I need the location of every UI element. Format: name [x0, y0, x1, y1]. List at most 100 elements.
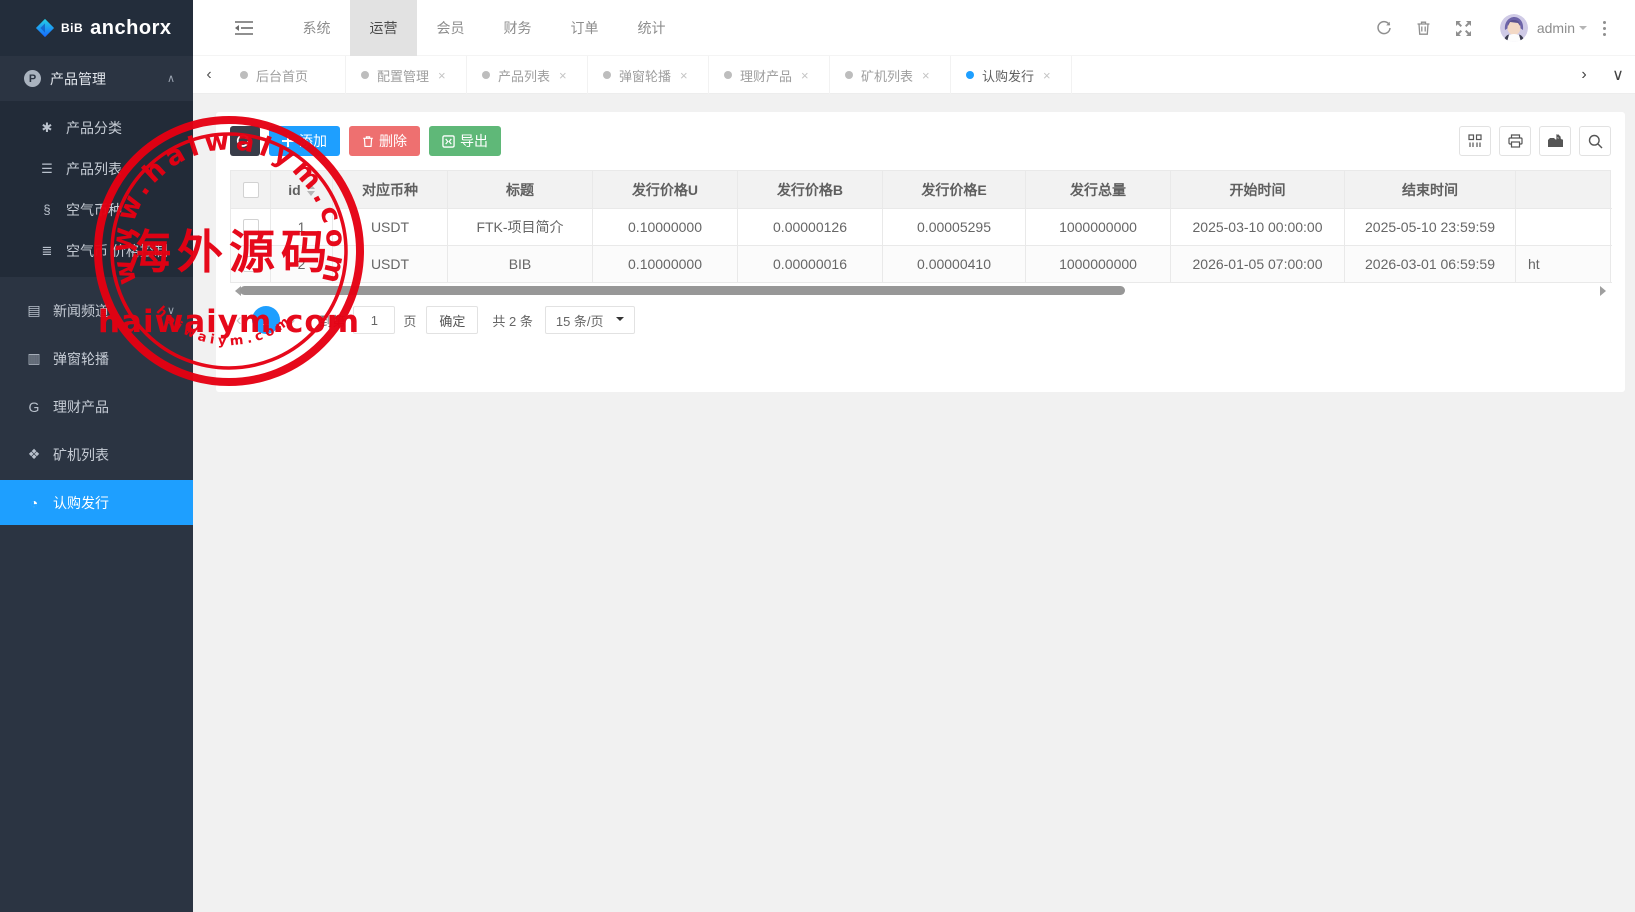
refresh-icon[interactable]: [1364, 0, 1404, 56]
nav-item-finance[interactable]: 财务: [484, 0, 551, 56]
sidebar-item-label: 空气币 价格控制: [66, 241, 168, 261]
refresh-button[interactable]: [230, 126, 260, 156]
tab-subscription-issue[interactable]: 认购发行 ×: [951, 56, 1072, 94]
nav-item-member[interactable]: 会员: [417, 0, 484, 56]
pie-chart-icon: ◔: [24, 495, 44, 511]
select-all-checkbox[interactable]: [243, 182, 259, 198]
tab-close-icon[interactable]: ×: [1043, 68, 1051, 83]
tab-label: 后台首页: [256, 66, 308, 85]
tab-home[interactable]: 后台首页: [225, 56, 346, 94]
app-logo[interactable]: BiB anchorx: [0, 0, 193, 56]
delete-button[interactable]: 删除: [349, 126, 420, 156]
tab-close-icon[interactable]: ×: [922, 68, 930, 83]
goto-page-input[interactable]: [353, 306, 395, 334]
cell-coin: USDT: [333, 246, 448, 283]
sidebar-item-air-coin-price-control[interactable]: ≣ 空气币 价格控制: [0, 230, 193, 271]
export-button[interactable]: 导出: [429, 126, 501, 156]
sidebar-item-subscription-issue[interactable]: ◔ 认购发行: [0, 480, 193, 525]
cell-price-e: 0.00000410: [883, 246, 1026, 283]
tab-close-icon[interactable]: ×: [438, 68, 446, 83]
tab-popup-carousel[interactable]: 弹窗轮播 ×: [588, 56, 709, 94]
tabs-scroll-right-icon[interactable]: ›: [1567, 56, 1601, 94]
sidebar-item-product-list[interactable]: ☰ 产品列表: [0, 148, 193, 189]
menu-fold-icon[interactable]: [229, 0, 259, 56]
sidebar-group-product-management[interactable]: P 产品管理 ∧: [0, 56, 193, 101]
sidebar-item-news-channel[interactable]: ▤ 新闻频道 ∨: [0, 288, 193, 333]
current-page-badge[interactable]: 1: [252, 306, 280, 334]
row-checkbox[interactable]: [243, 256, 259, 272]
column-header-coin[interactable]: 对应币种: [333, 171, 448, 209]
trash-icon[interactable]: [1404, 0, 1444, 56]
cell-end: 2025-05-10 23:59:59: [1345, 209, 1516, 246]
sort-icon[interactable]: [307, 180, 315, 200]
tab-close-icon[interactable]: ×: [680, 68, 688, 83]
logo-diamond-icon: [34, 17, 56, 39]
tab-dot-icon: [966, 71, 974, 79]
prev-page-icon[interactable]: ‹: [230, 310, 248, 330]
admin-username[interactable]: admin: [1537, 20, 1575, 36]
tab-close-icon[interactable]: ×: [559, 68, 567, 83]
horizontal-scrollbar: [230, 286, 1611, 296]
tabs-scroll-left-icon[interactable]: ‹: [193, 56, 225, 94]
table-header-row: id 对应币种 标题 发行价格U 发行价格B 发行价格E 发行总量 开始时间 结…: [231, 171, 1610, 209]
column-header-price-e[interactable]: 发行价格E: [883, 171, 1026, 209]
cell-price-u: 0.10000000: [593, 246, 738, 283]
sidebar-item-product-category[interactable]: ✱ 产品分类: [0, 107, 193, 148]
export-folder-icon[interactable]: [1539, 126, 1571, 156]
confirm-button[interactable]: 确定: [426, 306, 478, 334]
nav-item-operation[interactable]: 运营: [350, 0, 417, 56]
sidebar-item-popup-carousel[interactable]: ▥ 弹窗轮播: [0, 336, 193, 381]
scrollbar-thumb[interactable]: [240, 286, 1125, 295]
add-button[interactable]: 添加: [269, 126, 340, 156]
column-header-total[interactable]: 发行总量: [1026, 171, 1171, 209]
tab-label: 产品列表: [498, 66, 550, 85]
fullscreen-icon[interactable]: [1444, 0, 1484, 56]
column-header-extra: [1516, 171, 1612, 209]
letter-g-icon: G: [24, 399, 44, 415]
logo-text-main: anchorx: [90, 17, 171, 40]
export-button-label: 导出: [460, 131, 488, 151]
goto-label: 到第: [319, 311, 345, 330]
columns-icon[interactable]: [1459, 126, 1491, 156]
tab-dot-icon: [603, 71, 611, 79]
cell-total: 1000000000: [1026, 209, 1171, 246]
tab-finance-product[interactable]: 理财产品 ×: [709, 56, 830, 94]
caret-down-icon[interactable]: [1579, 26, 1587, 34]
tab-config-management[interactable]: 配置管理 ×: [346, 56, 467, 94]
column-header-price-u[interactable]: 发行价格U: [593, 171, 738, 209]
nav-item-order[interactable]: 订单: [551, 0, 618, 56]
list-lines-icon: ☰: [37, 161, 57, 177]
sidebar-item-miner-list[interactable]: ❖ 矿机列表: [0, 432, 193, 477]
print-icon[interactable]: [1499, 126, 1531, 156]
cell-price-b: 0.00000126: [738, 209, 883, 246]
cell-coin: USDT: [333, 209, 448, 246]
kebab-menu-icon[interactable]: [1587, 21, 1621, 36]
user-avatar[interactable]: [1500, 14, 1528, 42]
row-checkbox[interactable]: [243, 219, 259, 235]
sidebar-item-finance-product[interactable]: G 理财产品: [0, 384, 193, 429]
column-header-title[interactable]: 标题: [448, 171, 593, 209]
scroll-right-icon[interactable]: [1600, 286, 1611, 296]
tabs-menu-icon[interactable]: ∨: [1601, 56, 1635, 94]
tab-close-icon[interactable]: ×: [801, 68, 809, 83]
column-header-id[interactable]: id: [271, 171, 333, 209]
page-size-select[interactable]: 15 条/页: [545, 306, 635, 334]
sidebar-item-label: 空气币种: [66, 200, 122, 220]
nav-item-statistics[interactable]: 统计: [618, 0, 685, 56]
next-page-icon[interactable]: ›: [284, 310, 302, 330]
search-icon[interactable]: [1579, 126, 1611, 156]
nav-item-system[interactable]: 系统: [283, 0, 350, 56]
tab-dot-icon: [482, 71, 490, 79]
tab-miner-list[interactable]: 矿机列表 ×: [830, 56, 951, 94]
sidebar-item-label: 矿机列表: [53, 445, 109, 465]
sidebar-item-air-coin[interactable]: § 空气币种: [0, 189, 193, 230]
newspaper-icon: ▤: [24, 302, 44, 319]
sidebar-item-label: 产品分类: [66, 118, 122, 138]
tabbar-controls: › ∨: [1567, 56, 1635, 93]
column-header-price-b[interactable]: 发行价格B: [738, 171, 883, 209]
tab-dot-icon: [845, 71, 853, 79]
column-header-start-time[interactable]: 开始时间: [1171, 171, 1345, 209]
export-file-icon: [442, 135, 455, 148]
tab-product-list[interactable]: 产品列表 ×: [467, 56, 588, 94]
column-header-end-time[interactable]: 结束时间: [1345, 171, 1516, 209]
